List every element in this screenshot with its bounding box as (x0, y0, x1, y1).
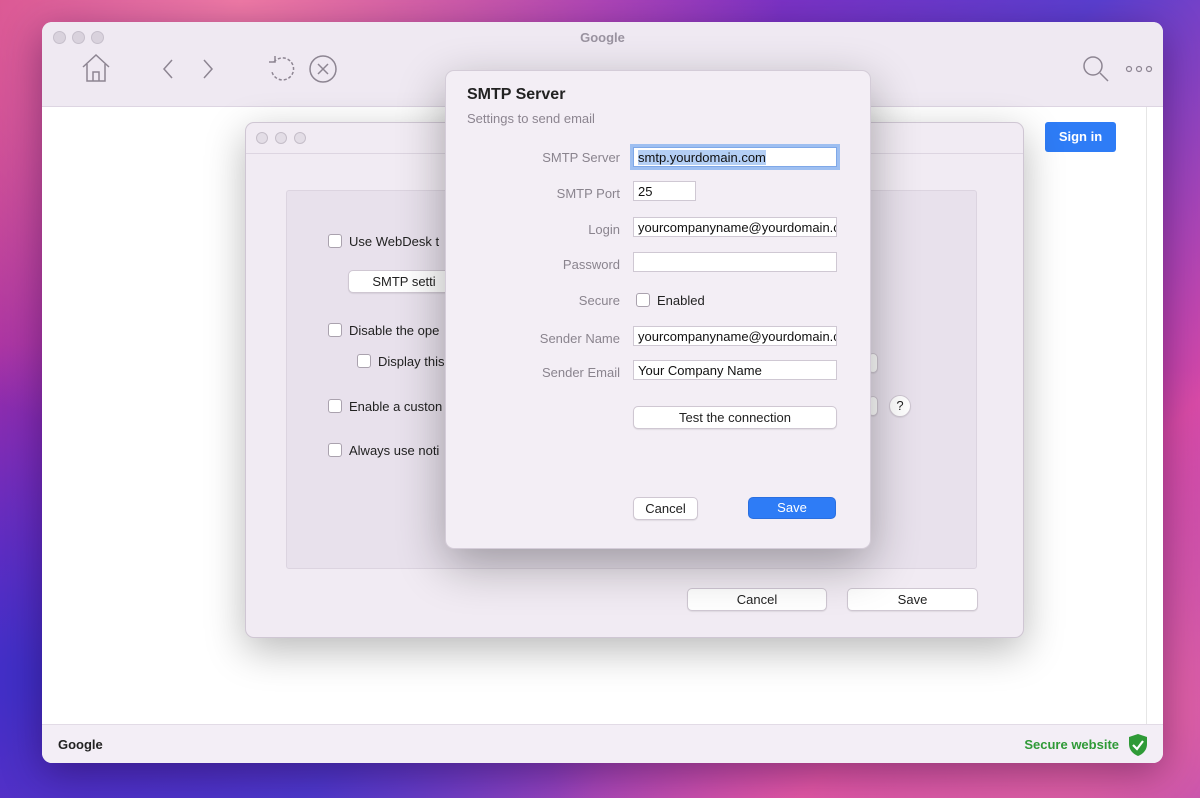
reload-icon[interactable] (266, 53, 298, 85)
option-always-use[interactable]: Always use noti (328, 443, 439, 458)
dialog-zoom-button[interactable] (294, 132, 306, 144)
smtp-cancel-button[interactable]: Cancel (633, 497, 698, 520)
checkbox[interactable] (328, 323, 342, 337)
option-enable-custom[interactable]: Enable a custon (328, 399, 442, 414)
stop-icon[interactable] (307, 53, 339, 85)
secure-website-label: Secure website (1024, 737, 1119, 752)
secure-checkbox-row[interactable]: Enabled (636, 293, 705, 308)
dialog-close-button[interactable] (256, 132, 268, 144)
option-use-webdesk[interactable]: Use WebDesk t (328, 234, 439, 249)
shield-check-icon (1129, 734, 1147, 756)
home-icon[interactable] (80, 52, 112, 84)
smtp-port-input[interactable]: 25 (633, 181, 696, 201)
smtp-port-label: SMTP Port (556, 186, 620, 201)
test-connection-button[interactable]: Test the connection (633, 406, 837, 429)
checkbox[interactable] (328, 234, 342, 248)
password-input[interactable] (633, 252, 837, 272)
dialog-title: SMTP Server (467, 86, 566, 103)
checkbox[interactable] (357, 354, 371, 368)
more-options-icon[interactable] (1124, 64, 1156, 74)
smtp-server-dialog: SMTP Server Settings to send email SMTP … (445, 70, 871, 549)
dialog-minimize-button[interactable] (275, 132, 287, 144)
login-input[interactable]: yourcompanyname@yourdomain.com (633, 217, 837, 237)
option-disable[interactable]: Disable the ope (328, 323, 439, 338)
sender-email-input[interactable]: Your Company Name (633, 360, 837, 380)
status-bar: Google Secure website (42, 724, 1163, 763)
search-icon[interactable] (1082, 55, 1110, 83)
sender-name-label: Sender Name (539, 331, 620, 346)
smtp-server-input[interactable]: smtp.yourdomain.com (630, 144, 840, 170)
sender-name-input[interactable]: yourcompanyname@yourdomain.com (633, 326, 837, 346)
vertical-scrollbar[interactable] (1146, 107, 1163, 724)
back-icon[interactable] (160, 57, 176, 81)
dialog-subtitle: Settings to send email (467, 111, 595, 126)
secure-checkbox[interactable] (636, 293, 650, 307)
checkbox[interactable] (328, 399, 342, 413)
login-label: Login (588, 222, 620, 237)
smtp-settings-button[interactable]: SMTP setti (348, 270, 460, 293)
forward-icon[interactable] (200, 57, 216, 81)
settings-save-button[interactable]: Save (847, 588, 978, 611)
smtp-server-label: SMTP Server (542, 150, 620, 165)
smtp-save-button[interactable]: Save (748, 497, 836, 519)
help-button[interactable]: ? (889, 395, 911, 417)
settings-cancel-button[interactable]: Cancel (687, 588, 827, 611)
checkbox[interactable] (328, 443, 342, 457)
option-display[interactable]: Display this (357, 354, 444, 369)
window-title: Google (580, 30, 625, 45)
status-site-name: Google (58, 737, 103, 752)
sender-email-label: Sender Email (541, 365, 620, 380)
sign-in-button[interactable]: Sign in (1045, 122, 1116, 152)
secure-label: Secure (578, 293, 620, 308)
password-label: Password (562, 257, 620, 272)
